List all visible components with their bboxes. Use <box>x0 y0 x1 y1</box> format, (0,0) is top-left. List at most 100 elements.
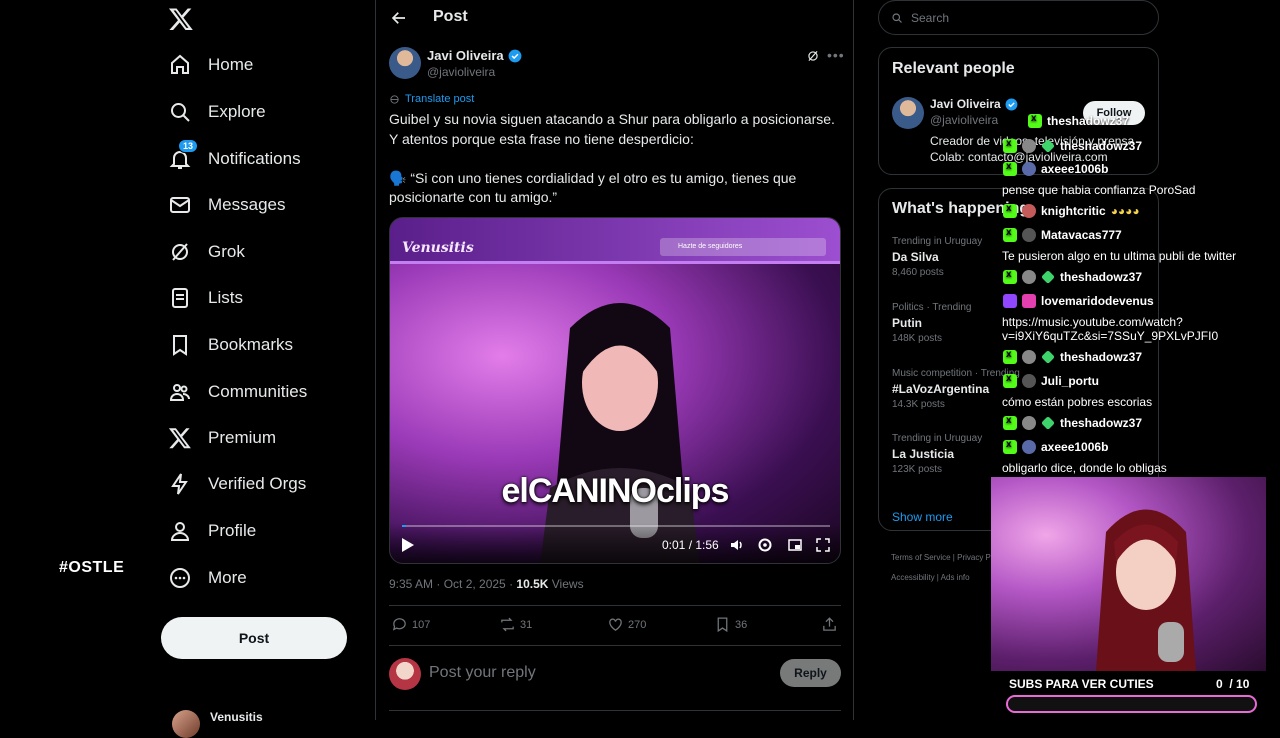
video-progress-fill <box>402 525 407 527</box>
trend-count: 8,460 posts <box>892 267 944 278</box>
chat-username: axeee1006b <box>1041 162 1109 176</box>
subs-goal-bar <box>1006 695 1257 713</box>
account-switcher[interactable]: Venusitis <box>172 710 263 738</box>
picture-in-picture-icon[interactable] <box>787 537 803 553</box>
repost-action[interactable]: 31 <box>499 616 532 633</box>
kick-badge-icon <box>1003 161 1017 176</box>
divider <box>389 605 841 606</box>
reply-count: 107 <box>412 618 431 631</box>
trend-item[interactable]: Politics · Trending Putin 148K posts <box>892 302 971 344</box>
share-action[interactable] <box>821 616 838 633</box>
sparkle-icon <box>1041 416 1055 430</box>
footer-link[interactable]: Accessibility <box>891 573 935 582</box>
chat-message: axeee1006b <box>1003 439 1109 454</box>
grok-icon <box>168 240 192 264</box>
bookmark-action[interactable]: 36 <box>714 616 747 633</box>
chat-message-text: Te pusieron algo en tu ultima publi de t… <box>1002 249 1237 263</box>
nav-grok-label: Grok <box>208 242 245 261</box>
chat-message: axeee1006b <box>1003 161 1109 176</box>
post-button[interactable]: Post <box>161 617 347 659</box>
more-options-icon[interactable]: ••• <box>827 47 845 63</box>
chat-username: axeee1006b <box>1041 440 1109 454</box>
back-arrow-icon[interactable] <box>390 9 408 27</box>
chat-username: theshadowz37 <box>1060 139 1143 153</box>
nav-bookmarks-label: Bookmarks <box>208 335 294 354</box>
nav-home[interactable]: Home <box>168 47 253 83</box>
footer-link[interactable]: Ads info <box>941 573 970 582</box>
footer-link[interactable]: Terms of Service <box>891 553 951 562</box>
video-progress-bar[interactable] <box>402 525 830 527</box>
chat-username: Matavacas777 <box>1041 228 1122 242</box>
post-views-count: 10.5K <box>516 577 549 591</box>
search-placeholder: Search <box>911 10 950 25</box>
heart-icon <box>609 618 622 631</box>
kick-badge-icon <box>1003 373 1017 388</box>
nav-messages[interactable]: Messages <box>168 187 285 223</box>
video-player[interactable]: Venusitis Hazte de seguidores elCANINOcl… <box>389 217 841 564</box>
reply-button[interactable]: Reply <box>780 659 841 687</box>
nav-profile-label: Profile <box>208 521 257 540</box>
search-input[interactable]: Search <box>878 0 1159 35</box>
show-more-link[interactable]: Show more <box>892 510 953 524</box>
chat-message: knightcritic ◕◕◕◕ <box>1003 203 1140 218</box>
translate-label: Translate post <box>405 93 475 105</box>
trend-item[interactable]: Trending in Uruguay Da Silva 8,460 posts <box>892 236 982 278</box>
person-icon <box>168 519 192 543</box>
chat-message: lovemaridodevenus <box>1003 294 1154 308</box>
left-navigation: Home Explore 13 Notifications Messages G… <box>0 0 375 738</box>
grok-icon[interactable] <box>806 49 820 63</box>
like-action[interactable]: 270 <box>607 616 646 633</box>
nav-bookmarks[interactable]: Bookmarks <box>168 327 293 363</box>
post-detail-column: Post Javi Oliveira @javioliveira ••• Tra… <box>375 0 854 720</box>
nav-lists[interactable]: Lists <box>168 280 243 316</box>
post-text: Guibel y su novia siguen atacando a Shur… <box>389 111 835 205</box>
nav-profile[interactable]: Profile <box>168 513 256 549</box>
nav-lists-label: Lists <box>208 288 243 307</box>
play-icon[interactable] <box>402 538 414 552</box>
author-handle[interactable]: @javioliveira <box>427 65 495 79</box>
relevant-person-avatar[interactable] <box>892 97 924 129</box>
chat-username: theshadowz37 <box>1060 350 1143 364</box>
nav-premium[interactable]: Premium <box>168 420 276 456</box>
verified-badge-icon <box>508 49 522 63</box>
post-views-label: Views <box>548 577 584 591</box>
reply-input[interactable]: Post your reply <box>429 664 536 682</box>
post-meta: 9:35 AM · Oct 2, 2025 · 10.5K Views <box>389 577 584 591</box>
stream-chat-overlay: theshadowz37 theshadowz37 axeee1006b pen… <box>1000 108 1280 478</box>
trend-meta: Trending in Uruguay <box>892 236 983 247</box>
bookmark-icon <box>717 617 728 633</box>
fullscreen-icon[interactable] <box>815 537 831 553</box>
nav-verified-orgs[interactable]: Verified Orgs <box>168 466 306 502</box>
relevant-people-title: Relevant people <box>892 60 1015 77</box>
settings-gear-icon[interactable] <box>757 537 773 553</box>
author-name[interactable]: Javi Oliveira <box>427 48 522 63</box>
nav-notifications[interactable]: 13 Notifications <box>168 139 301 177</box>
list-icon <box>168 286 192 310</box>
reply-action[interactable]: 107 <box>391 616 430 633</box>
nav-communities[interactable]: Communities <box>168 374 307 410</box>
nav-more[interactable]: More <box>168 560 247 596</box>
share-icon <box>823 617 836 631</box>
author-avatar[interactable] <box>389 47 421 79</box>
chat-message: Matavacas777 <box>1003 227 1122 242</box>
relevant-person-handle: @javioliveira <box>930 113 999 127</box>
nav-grok[interactable]: Grok <box>168 234 245 270</box>
chat-message-text: obligarlo dice, donde lo obligas <box>1002 461 1167 475</box>
kick-badge-icon <box>1003 138 1017 153</box>
chat-message: theshadowz37 <box>1003 415 1143 430</box>
chat-username: theshadowz37 <box>1060 416 1143 430</box>
volume-icon[interactable] <box>729 537 745 553</box>
video-watermark: elCANINOclips <box>501 472 730 510</box>
chat-message: Juli_portu <box>1003 373 1099 388</box>
chat-message: theshadowz37 <box>1003 269 1142 284</box>
reply-icon <box>392 618 406 631</box>
trend-item[interactable]: Trending in Uruguay La Justicia 123K pos… <box>892 433 982 475</box>
trend-count: 123K posts <box>892 464 943 475</box>
translate-post-link[interactable]: Translate post <box>389 93 474 105</box>
chat-username: lovemaridodevenus <box>1041 294 1154 308</box>
post-actions: 107 31 270 36 <box>389 616 841 636</box>
x-logo-icon[interactable] <box>168 6 194 32</box>
nav-explore[interactable]: Explore <box>168 94 266 130</box>
chat-username: theshadowz37 <box>1047 114 1130 128</box>
kick-badge-icon <box>1003 203 1017 218</box>
